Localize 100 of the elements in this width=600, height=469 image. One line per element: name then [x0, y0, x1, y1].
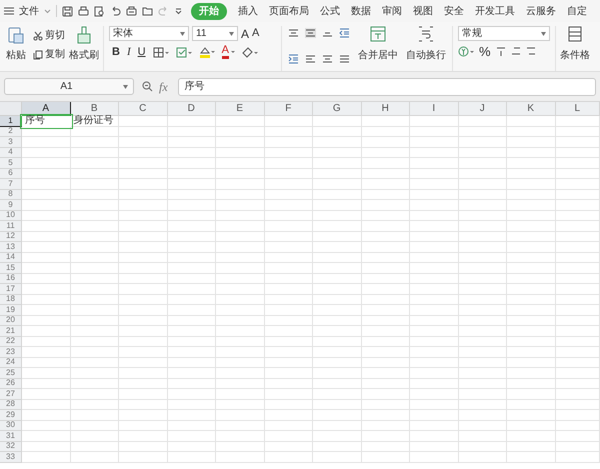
spreadsheet-cell[interactable]	[507, 221, 556, 232]
spreadsheet-cell[interactable]	[70, 336, 119, 347]
spreadsheet-cell[interactable]	[556, 452, 600, 462]
spreadsheet-cell[interactable]	[264, 389, 313, 400]
spreadsheet-cell[interactable]	[362, 316, 410, 326]
spreadsheet-cell[interactable]: 身份证号	[70, 116, 119, 126]
spreadsheet-cell[interactable]	[70, 190, 119, 200]
spreadsheet-cell[interactable]	[70, 431, 119, 442]
spreadsheet-cell[interactable]	[313, 420, 362, 431]
spreadsheet-cell[interactable]	[507, 452, 556, 462]
file-menu[interactable]: 文件	[19, 4, 39, 18]
row-header[interactable]: 18	[0, 294, 22, 305]
spreadsheet-cell[interactable]	[216, 126, 264, 137]
spreadsheet-cell[interactable]	[313, 347, 362, 358]
spreadsheet-cell[interactable]	[70, 274, 119, 284]
spreadsheet-cell[interactable]	[507, 358, 556, 368]
spreadsheet-cell[interactable]	[22, 263, 70, 274]
spreadsheet-cell[interactable]	[410, 400, 458, 410]
column-header[interactable]: E	[216, 102, 264, 116]
spreadsheet-cell[interactable]	[264, 305, 313, 316]
spreadsheet-cell[interactable]	[216, 336, 264, 347]
spreadsheet-cell[interactable]	[168, 190, 216, 200]
spreadsheet-cell[interactable]	[556, 347, 600, 358]
spreadsheet-cell[interactable]	[458, 148, 507, 158]
spreadsheet-cell[interactable]	[458, 221, 507, 232]
row-header[interactable]: 12	[0, 232, 22, 242]
eraser-icon[interactable]	[242, 46, 258, 58]
spreadsheet-cell[interactable]	[22, 126, 70, 137]
spreadsheet-cell[interactable]	[70, 284, 119, 294]
spreadsheet-cell[interactable]	[313, 294, 362, 305]
spreadsheet-cell[interactable]	[458, 210, 507, 221]
spreadsheet-cell[interactable]	[216, 316, 264, 326]
spreadsheet-cell[interactable]	[22, 368, 70, 378]
spreadsheet-cell[interactable]	[458, 232, 507, 242]
spreadsheet-cell[interactable]	[119, 410, 168, 420]
spreadsheet-cell[interactable]	[556, 263, 600, 274]
spreadsheet-cell[interactable]	[22, 179, 70, 190]
spreadsheet-cell[interactable]	[507, 252, 556, 263]
spreadsheet-cell[interactable]	[410, 232, 458, 242]
spreadsheet-cell[interactable]	[556, 400, 600, 410]
spreadsheet-cell[interactable]	[168, 452, 216, 462]
spreadsheet-cell[interactable]	[264, 221, 313, 232]
spreadsheet-cell[interactable]	[362, 294, 410, 305]
spreadsheet-cell[interactable]	[216, 137, 264, 148]
row-header[interactable]: 28	[0, 400, 22, 410]
ribbon-tab[interactable]: 插入	[238, 4, 258, 18]
spreadsheet-cell[interactable]	[216, 389, 264, 400]
row-header[interactable]: 7	[0, 179, 22, 190]
spreadsheet-cell[interactable]	[362, 442, 410, 452]
spreadsheet-cell[interactable]	[362, 336, 410, 347]
spreadsheet-cell[interactable]	[22, 326, 70, 336]
align-middle-icon[interactable]	[305, 28, 316, 38]
spreadsheet-cell[interactable]	[362, 274, 410, 284]
spreadsheet-cell[interactable]	[362, 420, 410, 431]
spreadsheet-cell[interactable]	[119, 347, 168, 358]
spreadsheet-cell[interactable]	[362, 389, 410, 400]
spreadsheet-cell[interactable]	[264, 294, 313, 305]
spreadsheet-cell[interactable]	[22, 148, 70, 158]
spreadsheet-cell[interactable]	[216, 252, 264, 263]
spreadsheet-cell[interactable]	[264, 200, 313, 210]
align-left-icon[interactable]	[305, 54, 316, 64]
ribbon-tab[interactable]: 页面布局	[269, 4, 309, 18]
spreadsheet-cell[interactable]	[313, 200, 362, 210]
spreadsheet-cell[interactable]	[458, 137, 507, 148]
row-header[interactable]: 25	[0, 368, 22, 378]
spreadsheet-cell[interactable]	[362, 284, 410, 294]
spreadsheet-cell[interactable]	[216, 305, 264, 316]
spreadsheet-cell[interactable]	[507, 284, 556, 294]
paste-icon[interactable]	[8, 26, 24, 44]
spreadsheet-cell[interactable]	[410, 190, 458, 200]
zoom-icon[interactable]	[142, 81, 153, 92]
spreadsheet-cell[interactable]	[216, 378, 264, 389]
spreadsheet-cell[interactable]	[70, 305, 119, 316]
spreadsheet-cell[interactable]	[507, 410, 556, 420]
spreadsheet-cell[interactable]	[168, 442, 216, 452]
spreadsheet-cell[interactable]	[556, 378, 600, 389]
spreadsheet-cell[interactable]	[507, 442, 556, 452]
spreadsheet-cell[interactable]	[168, 336, 216, 347]
spreadsheet-cell[interactable]	[458, 242, 507, 252]
spreadsheet-cell[interactable]	[70, 420, 119, 431]
spreadsheet-cell[interactable]	[119, 232, 168, 242]
spreadsheet-cell[interactable]	[22, 242, 70, 252]
spreadsheet-cell[interactable]	[70, 294, 119, 305]
spreadsheet-cell[interactable]	[458, 294, 507, 305]
spreadsheet-cell[interactable]	[119, 378, 168, 389]
column-header[interactable]: F	[264, 102, 313, 116]
spreadsheet-cell[interactable]	[70, 316, 119, 326]
cut-button[interactable]: 剪切	[45, 28, 65, 43]
row-header[interactable]: 22	[0, 336, 22, 347]
spreadsheet-cell[interactable]	[119, 242, 168, 252]
spreadsheet-cell[interactable]	[264, 420, 313, 431]
spreadsheet-cell[interactable]	[556, 148, 600, 158]
decrease-indent-icon[interactable]	[339, 28, 350, 38]
spreadsheet-cell[interactable]	[507, 179, 556, 190]
spreadsheet-cell[interactable]	[556, 200, 600, 210]
spreadsheet-cell[interactable]	[362, 210, 410, 221]
spreadsheet-cell[interactable]	[168, 179, 216, 190]
spreadsheet-cell[interactable]	[556, 137, 600, 148]
spreadsheet-cell[interactable]	[264, 126, 313, 137]
spreadsheet-cell[interactable]	[168, 274, 216, 284]
